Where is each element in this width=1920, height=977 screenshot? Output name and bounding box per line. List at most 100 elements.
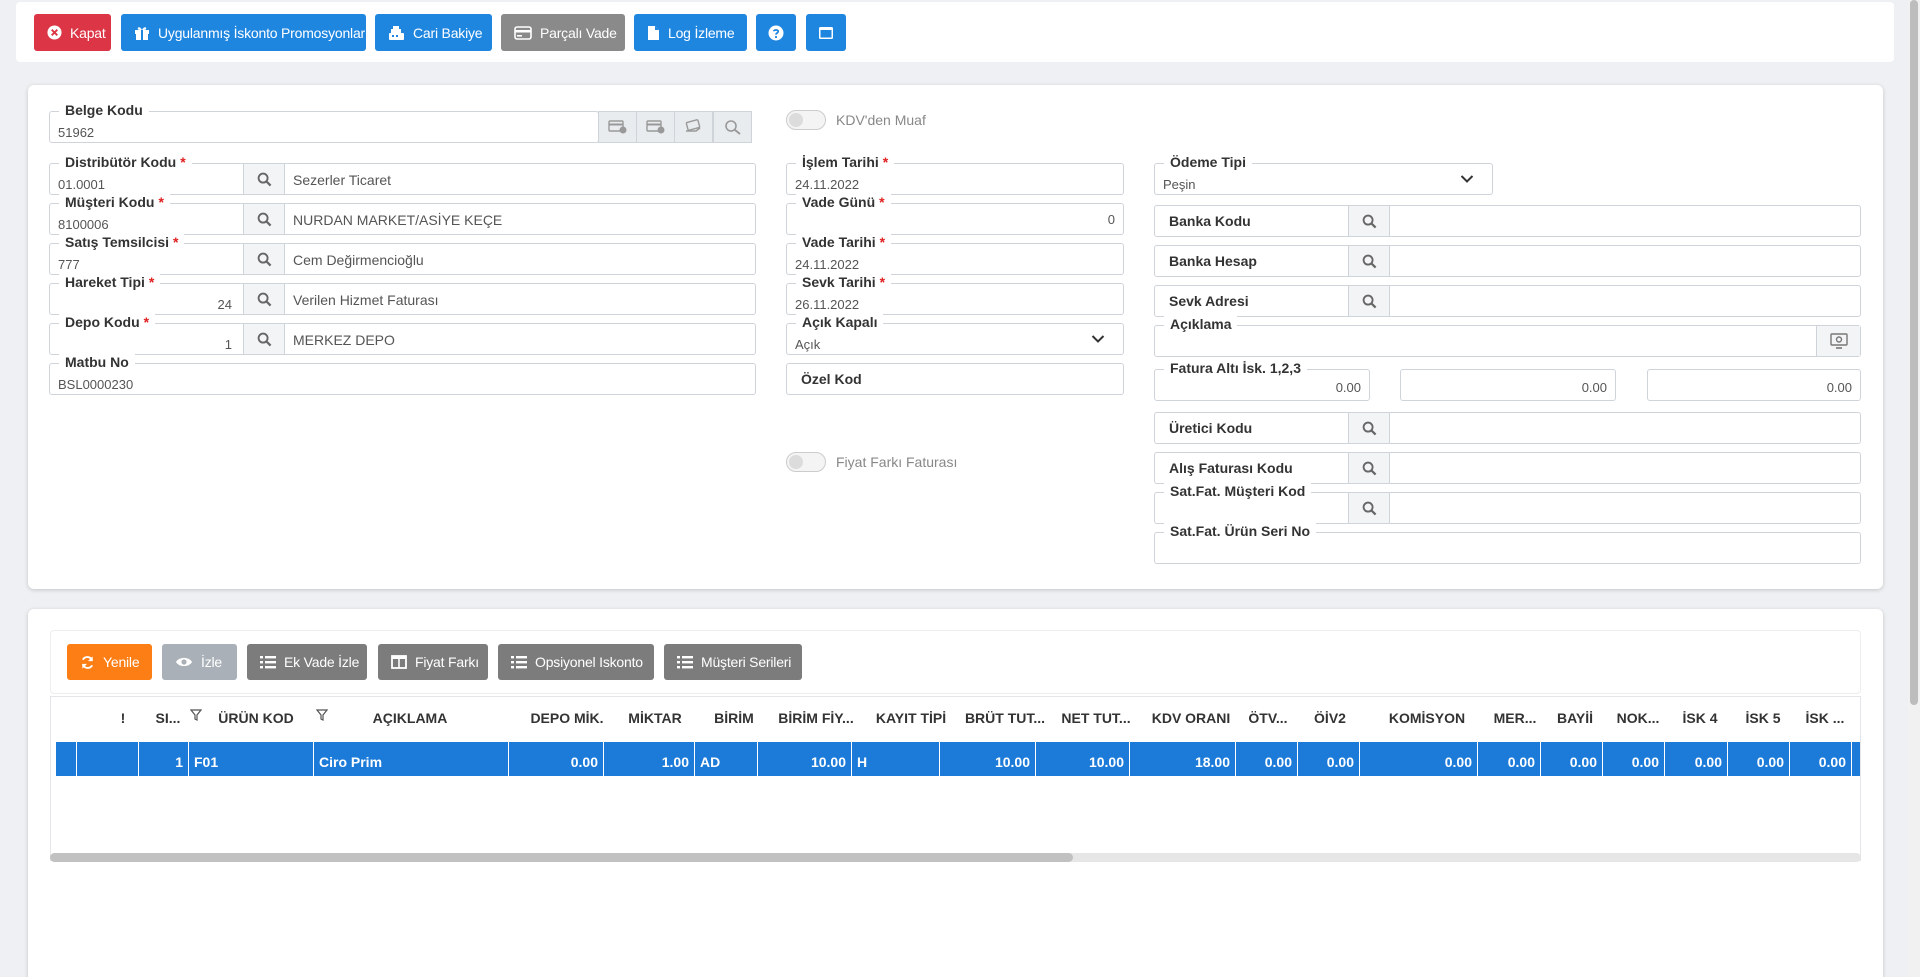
odeme-tipi-select[interactable]: Ödeme Tipi Peşin [1154, 154, 1493, 195]
row-cell[interactable]: Ciro Prim [314, 742, 509, 776]
column-header[interactable]: MİKTAR [623, 697, 687, 739]
uretici-kodu-search-button[interactable] [1348, 413, 1390, 443]
current-balance-button[interactable]: Cari Bakiye [375, 14, 492, 51]
fiyat-farki-button[interactable]: Fiyat Farkı [378, 644, 488, 680]
column-header[interactable]: BİRİM [706, 697, 762, 739]
row-cell[interactable]: F01 [189, 742, 314, 776]
row-cell[interactable]: 0.00 [1541, 742, 1603, 776]
filter-icon[interactable] [316, 709, 328, 721]
acik-kapali-select[interactable]: Açık Kapalı Açık [786, 314, 1124, 355]
fatura-alti-isk1-field[interactable]: Fatura Altı İsk. 1,2,3 0.00 [1154, 360, 1370, 401]
column-header[interactable]: MER... [1488, 697, 1542, 739]
musteri-search-button[interactable] [243, 204, 285, 234]
column-header[interactable]: KDV ORANI [1145, 697, 1237, 739]
sevk-tarihi-field[interactable]: Sevk Tarihi * 26.11.2022 [786, 274, 1124, 315]
ozel-kod-field[interactable]: Özel Kod [786, 363, 1124, 395]
uretici-kodu-field[interactable]: Üretici Kodu [1154, 412, 1861, 444]
doc-action-4-button[interactable] [713, 111, 752, 143]
row-cell[interactable]: 0.00 [1790, 742, 1852, 776]
view-button[interactable]: İzle [162, 644, 237, 680]
column-header[interactable]: NET TUT... [1056, 697, 1136, 739]
banka-kodu-search-button[interactable] [1348, 206, 1390, 236]
column-header[interactable]: ÜRÜN KOD [216, 697, 296, 739]
row-cell[interactable]: 0.00 [1298, 742, 1360, 776]
satfat-urun-seri-no-field[interactable]: Sat.Fat. Ürün Seri No [1154, 523, 1861, 564]
depo-kodu-search-button[interactable] [243, 324, 285, 354]
fiyat-farki-faturasi-switch[interactable] [786, 452, 826, 472]
window-button[interactable] [806, 14, 846, 51]
row-cell[interactable]: 18.00 [1130, 742, 1236, 776]
row-cell[interactable]: H [852, 742, 940, 776]
hareket-tipi-field[interactable]: Hareket Tipi * 24 Verilen Hizmet Faturası [49, 274, 756, 315]
distributor-search-button[interactable] [243, 164, 285, 194]
applied-promotions-button[interactable]: Uygulanmış İskonto Promosyonlar [121, 14, 366, 51]
vade-gunu-field[interactable]: Vade Günü * 0 [786, 194, 1124, 235]
vertical-scroll-thumb[interactable] [1910, 0, 1918, 705]
banka-hesap-field[interactable]: Banka Hesap [1154, 245, 1861, 277]
sevk-adresi-field[interactable]: Sevk Adresi [1154, 285, 1861, 317]
column-header[interactable]: AÇIKLAMA [351, 697, 469, 739]
belge-kodu-field[interactable]: Belge Kodu 51962 [49, 102, 599, 143]
row-cell[interactable]: 0.00 [509, 742, 604, 776]
row-cell[interactable]: 1 [139, 742, 189, 776]
kdv-muaf-toggle[interactable]: KDV'den Muaf [786, 110, 926, 130]
column-header[interactable]: KOMİSYON [1375, 697, 1479, 739]
vertical-scrollbar[interactable] [1908, 0, 1920, 977]
row-cell[interactable]: 10.00 [1036, 742, 1130, 776]
horizontal-scroll-thumb[interactable] [50, 853, 1073, 862]
opsiyonel-iskonto-button[interactable]: Opsiyonel Iskonto [498, 644, 654, 680]
row-cell[interactable]: 0.00 [1665, 742, 1728, 776]
fiyat-farki-faturasi-toggle[interactable]: Fiyat Farkı Faturası [786, 452, 957, 472]
aciklama-action-button[interactable] [1816, 326, 1860, 356]
column-header[interactable]: ÖTV... [1243, 697, 1293, 739]
column-header[interactable]: DEPO MİK. [521, 697, 613, 739]
matbu-no-field[interactable]: Matbu No BSL0000230 [49, 354, 756, 395]
column-header[interactable]: İSK ... [1800, 697, 1850, 739]
kdv-muaf-switch[interactable] [786, 110, 826, 130]
row-cell[interactable]: 0.00 [1728, 742, 1790, 776]
column-header[interactable]: ! [111, 697, 135, 739]
row-cell[interactable]: 0.00 [1603, 742, 1665, 776]
banka-kodu-field[interactable]: Banka Kodu [1154, 205, 1861, 237]
column-header[interactable]: KAYIT TİPİ [866, 697, 956, 739]
table-row[interactable]: 1 F01 Ciro Prim 0.00 1.00 AD 10.00 H 10.… [56, 742, 1860, 776]
ek-vade-izle-button[interactable]: Ek Vade İzle [247, 644, 367, 680]
fatura-alti-isk3-field[interactable]: 0.00 [1647, 369, 1861, 401]
alis-faturasi-kodu-search-button[interactable] [1348, 453, 1390, 483]
fatura-alti-isk2-field[interactable]: 0.00 [1400, 369, 1616, 401]
column-header[interactable]: İSK 4 [1675, 697, 1725, 739]
sevk-adresi-search-button[interactable] [1348, 286, 1390, 316]
column-header[interactable]: BRÜT TUT... [955, 697, 1055, 739]
satfat-musteri-kod-field[interactable]: Sat.Fat. Müşteri Kod [1154, 483, 1861, 524]
row-cell[interactable] [56, 742, 77, 776]
musteri-field[interactable]: Müşteri Kodu * 8100006 NURDAN MARKET/ASİY… [49, 194, 756, 235]
row-cell[interactable]: 10.00 [940, 742, 1036, 776]
filter-icon[interactable] [190, 709, 202, 721]
horizontal-scrollbar[interactable] [50, 853, 1861, 862]
column-header[interactable]: BİRİM FİY... [771, 697, 861, 739]
log-view-button[interactable]: Log İzleme [634, 14, 747, 51]
partial-due-button[interactable]: Parçalı Vade [501, 14, 625, 51]
row-cell[interactable]: AD [695, 742, 758, 776]
row-cell[interactable]: 1.00 [604, 742, 695, 776]
doc-action-1-button[interactable] [598, 111, 637, 143]
distributor-field[interactable]: Distribütör Kodu * 01.0001 Sezerler Ticar… [49, 154, 756, 195]
column-header[interactable]: İSK 5 [1738, 697, 1788, 739]
doc-action-2-button[interactable] [636, 111, 675, 143]
row-cell[interactable]: 0.00 [1360, 742, 1478, 776]
alis-faturasi-kodu-field[interactable]: Alış Faturası Kodu [1154, 452, 1861, 484]
row-cell[interactable]: 0.00 [1478, 742, 1541, 776]
vade-tarihi-field[interactable]: Vade Tarihi * 24.11.2022 [786, 234, 1124, 275]
row-cell[interactable]: 10.00 [758, 742, 852, 776]
help-button[interactable] [756, 14, 796, 51]
row-cell[interactable] [77, 742, 139, 776]
depo-kodu-field[interactable]: Depo Kodu * 1 MERKEZ DEPO [49, 314, 756, 355]
close-button[interactable]: Kapat [34, 14, 111, 51]
islem-tarihi-field[interactable]: İşlem Tarihi * 24.11.2022 [786, 154, 1124, 195]
banka-hesap-search-button[interactable] [1348, 246, 1390, 276]
musteri-serileri-button[interactable]: Müşteri Serileri [664, 644, 802, 680]
aciklama-field[interactable]: Açıklama [1154, 316, 1861, 357]
column-header[interactable]: SI... [151, 697, 185, 739]
satfat-musteri-kod-search-button[interactable] [1348, 493, 1390, 523]
hareket-tipi-search-button[interactable] [243, 284, 285, 314]
